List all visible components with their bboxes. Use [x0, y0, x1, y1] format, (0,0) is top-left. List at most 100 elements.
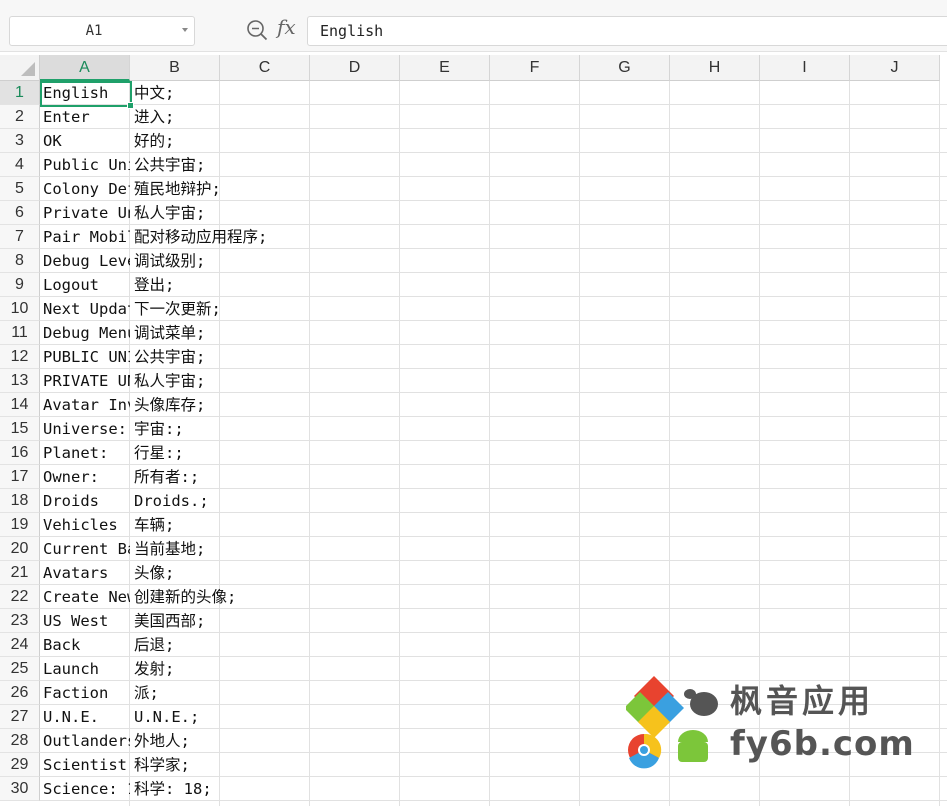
name-box[interactable]: A1: [9, 16, 195, 46]
cell-a19[interactable]: Vehicles: [40, 513, 130, 537]
row-header[interactable]: 8: [0, 249, 40, 273]
cell-b5[interactable]: 殖民地辩护;: [131, 177, 221, 201]
formula-input[interactable]: English: [307, 16, 947, 46]
cell-a9[interactable]: Logout: [40, 273, 130, 297]
cell-a6[interactable]: Private Un: [40, 201, 130, 225]
cell-b2[interactable]: 进入;: [131, 105, 174, 129]
row-header[interactable]: 20: [0, 537, 40, 561]
cell-b3[interactable]: 好的;: [131, 129, 174, 153]
cell-b30[interactable]: 科学: 18;: [131, 777, 212, 801]
cell-a8[interactable]: Debug Leve: [40, 249, 130, 273]
row-header[interactable]: 11: [0, 321, 40, 345]
column-header-g[interactable]: G: [580, 55, 670, 81]
row-header[interactable]: 14: [0, 393, 40, 417]
cell-b10[interactable]: 下一次更新;: [131, 297, 221, 321]
cell-b20[interactable]: 当前基地;: [131, 537, 205, 561]
column-header-i[interactable]: I: [760, 55, 850, 81]
cell-a30[interactable]: Science: 1: [40, 777, 130, 801]
zoom-icon[interactable]: [246, 19, 268, 41]
cell-a7[interactable]: Pair Mobil: [40, 225, 130, 249]
row-header[interactable]: 26: [0, 681, 40, 705]
column-header-b[interactable]: B: [130, 55, 220, 81]
column-header-f[interactable]: F: [490, 55, 580, 81]
cell-a12[interactable]: PUBLIC UNI: [40, 345, 130, 369]
row-header[interactable]: 27: [0, 705, 40, 729]
row-header[interactable]: 18: [0, 489, 40, 513]
cell-b21[interactable]: 头像;: [131, 561, 174, 585]
row-header[interactable]: 7: [0, 225, 40, 249]
cell-b16[interactable]: 行星:;: [131, 441, 184, 465]
row-header[interactable]: 9: [0, 273, 40, 297]
cell-b25[interactable]: 发射;: [131, 657, 174, 681]
row-header[interactable]: 12: [0, 345, 40, 369]
cell-b19[interactable]: 车辆;: [131, 513, 174, 537]
cell-b6[interactable]: 私人宇宙;: [131, 201, 205, 225]
cell-a15[interactable]: Universe:: [40, 417, 130, 441]
cell-a20[interactable]: Current Ba: [40, 537, 130, 561]
cell-b8[interactable]: 调试级别;: [131, 249, 205, 273]
cell-b18[interactable]: Droids.;: [131, 489, 209, 513]
row-header[interactable]: 15: [0, 417, 40, 441]
cell-a4[interactable]: Public Uni: [40, 153, 130, 177]
chevron-down-icon[interactable]: [182, 28, 188, 32]
cell-a27[interactable]: U.N.E.: [40, 705, 130, 729]
row-header[interactable]: 10: [0, 297, 40, 321]
cell-b7[interactable]: 配对移动应用程序;: [131, 225, 267, 249]
fx-button[interactable]: fx: [277, 15, 296, 39]
cell-b4[interactable]: 公共宇宙;: [131, 153, 205, 177]
row-header[interactable]: 1: [0, 81, 40, 105]
column-header-c[interactable]: C: [220, 55, 310, 81]
cell-a3[interactable]: OK: [40, 129, 130, 153]
cell-b26[interactable]: 派;: [131, 681, 159, 705]
cell-b14[interactable]: 头像库存;: [131, 393, 205, 417]
cell-b27[interactable]: U.N.E.;: [131, 705, 199, 729]
row-header[interactable]: 3: [0, 129, 40, 153]
row-header[interactable]: 25: [0, 657, 40, 681]
cell-a24[interactable]: Back: [40, 633, 130, 657]
cell-a2[interactable]: Enter: [40, 105, 130, 129]
cell-a29[interactable]: Scientist: [40, 753, 130, 777]
cell-b28[interactable]: 外地人;: [131, 729, 190, 753]
cell-a28[interactable]: Outlanders: [40, 729, 130, 753]
cell-b24[interactable]: 后退;: [131, 633, 174, 657]
cell-a5[interactable]: Colony Def: [40, 177, 130, 201]
cell-a11[interactable]: Debug Menu: [40, 321, 130, 345]
row-header[interactable]: 24: [0, 633, 40, 657]
row-header[interactable]: 6: [0, 201, 40, 225]
cell-b12[interactable]: 公共宇宙;: [131, 345, 205, 369]
cell-a13[interactable]: PRIVATE UN: [40, 369, 130, 393]
cell-a16[interactable]: Planet:: [40, 441, 130, 465]
cell-b29[interactable]: 科学家;: [131, 753, 190, 777]
cell-b11[interactable]: 调试菜单;: [131, 321, 205, 345]
cell-a10[interactable]: Next Updat: [40, 297, 130, 321]
row-header[interactable]: 21: [0, 561, 40, 585]
cell-b22[interactable]: 创建新的头像;: [131, 585, 236, 609]
column-header-j[interactable]: J: [850, 55, 940, 81]
row-header[interactable]: 29: [0, 753, 40, 777]
cell-a17[interactable]: Owner:: [40, 465, 130, 489]
cell-a14[interactable]: Avatar Inv: [40, 393, 130, 417]
row-header[interactable]: 30: [0, 777, 40, 801]
row-header[interactable]: 22: [0, 585, 40, 609]
cell-a25[interactable]: Launch: [40, 657, 130, 681]
row-header[interactable]: 4: [0, 153, 40, 177]
row-header[interactable]: 28: [0, 729, 40, 753]
cell-b23[interactable]: 美国西部;: [131, 609, 205, 633]
row-header[interactable]: 16: [0, 441, 40, 465]
row-header[interactable]: 13: [0, 369, 40, 393]
column-header-a[interactable]: A: [40, 55, 130, 81]
row-header[interactable]: 19: [0, 513, 40, 537]
row-header[interactable]: 5: [0, 177, 40, 201]
cell-a22[interactable]: Create New: [40, 585, 130, 609]
cell-b9[interactable]: 登出;: [131, 273, 174, 297]
cell-b17[interactable]: 所有者:;: [131, 465, 199, 489]
cell-a23[interactable]: US West: [40, 609, 130, 633]
row-header[interactable]: 17: [0, 465, 40, 489]
cell-b13[interactable]: 私人宇宙;: [131, 369, 205, 393]
cell-b15[interactable]: 宇宙:;: [131, 417, 184, 441]
column-header-e[interactable]: E: [400, 55, 490, 81]
row-header[interactable]: 23: [0, 609, 40, 633]
select-all-corner[interactable]: [0, 55, 40, 81]
cell-a18[interactable]: Droids: [40, 489, 130, 513]
column-header-d[interactable]: D: [310, 55, 400, 81]
